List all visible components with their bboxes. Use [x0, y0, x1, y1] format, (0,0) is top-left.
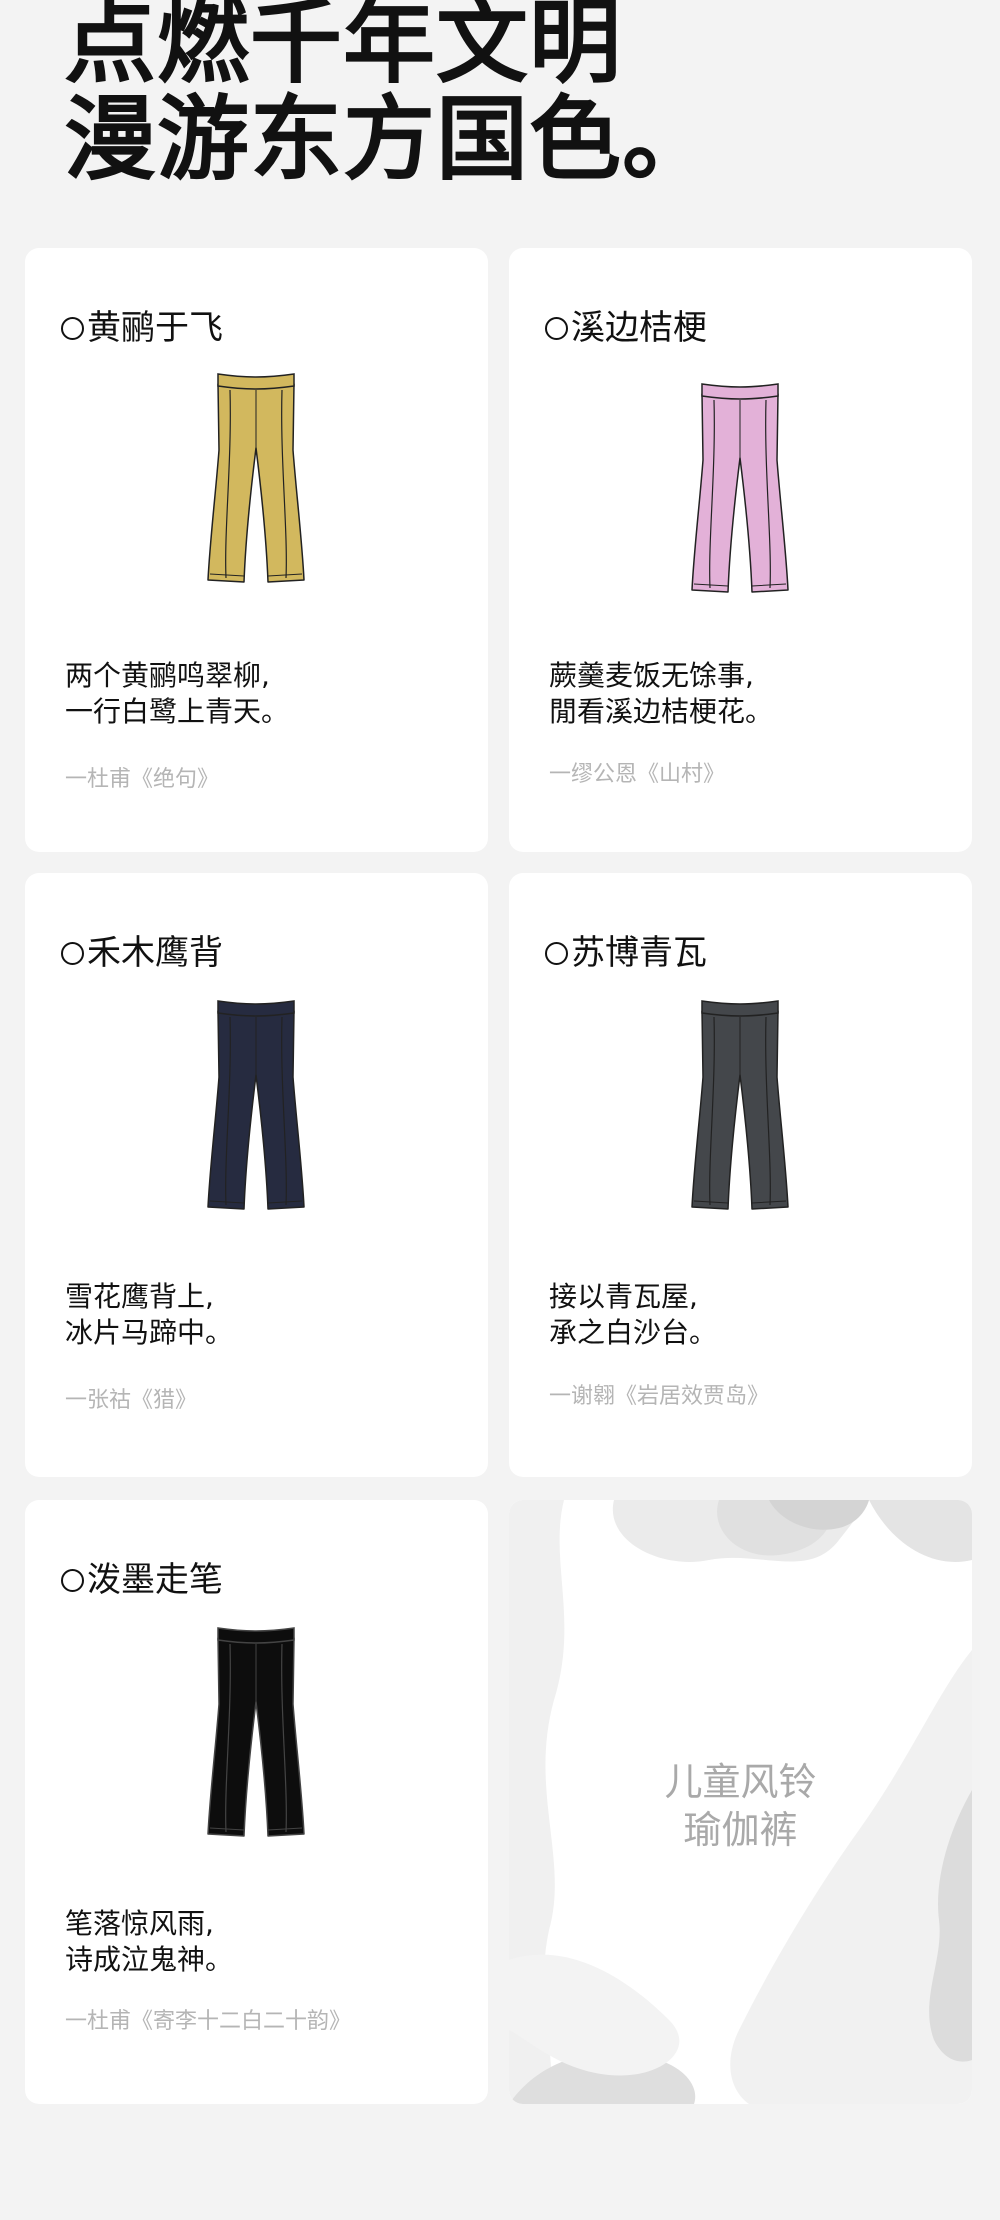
- card-title-text: 溪边桔梗: [571, 308, 707, 348]
- card-title: 泼墨走笔: [61, 1560, 223, 1600]
- headline-line-1: 点燃千年文明: [64, 0, 623, 96]
- pants-icon: [207, 373, 305, 583]
- poem: 两个黄鹂鸣翠柳, 一行白鹭上青天。: [65, 658, 289, 730]
- poem-citation: 一缪公恩《山村》: [549, 762, 726, 787]
- poem: 接以青瓦屋, 承之白沙台。: [549, 1279, 717, 1351]
- promo-line: 儿童风铃: [664, 1760, 817, 1804]
- pants-icon: [207, 1000, 305, 1210]
- poem: 蕨羹麦饭无馀事, 閒看溪边桔梗花。: [549, 658, 773, 730]
- card-title-text: 禾木鹰背: [87, 933, 223, 973]
- poem: 雪花鹰背上, 冰片马蹄中。: [65, 1279, 233, 1351]
- color-card[interactable]: 禾木鹰背 雪花鹰背上, 冰片马蹄中。 一张祜《猎》: [25, 873, 488, 1477]
- card-title: 苏博青瓦: [545, 933, 707, 973]
- pants-icon: [207, 1627, 305, 1837]
- color-card[interactable]: 泼墨走笔 笔落惊风雨, 诗成泣鬼神。 一杜甫《寄李十二白二十韵》: [25, 1500, 488, 2104]
- color-card[interactable]: 溪边桔梗 蕨羹麦饭无馀事, 閒看溪边桔梗花。 一缪公恩《山村》: [509, 248, 972, 852]
- poem-citation: 一杜甫《寄李十二白二十韵》: [65, 2009, 352, 2034]
- poem-line: 诗成泣鬼神。: [65, 1943, 234, 1976]
- poem-line: 笔落惊风雨,: [65, 1907, 214, 1940]
- circle-icon: [545, 316, 568, 340]
- poem-line: 閒看溪边桔梗花。: [549, 695, 774, 728]
- page-headline: 点燃千年文明 漫游东方国色。: [64, 0, 715, 188]
- card-title-text: 苏博青瓦: [571, 933, 707, 973]
- poem-citation: 一谢翱《岩居效贾岛》: [549, 1384, 770, 1409]
- promo-card[interactable]: 儿童风铃 瑜伽裤: [509, 1500, 972, 2104]
- pants-icon: [691, 383, 789, 593]
- card-title-text: 黄鹂于飞: [87, 308, 223, 348]
- card-title: 禾木鹰背: [61, 933, 223, 973]
- card-title: 溪边桔梗: [545, 308, 707, 348]
- poem-line: 冰片马蹄中。: [65, 1316, 234, 1349]
- headline-line-2: 漫游东方国色。: [64, 86, 716, 193]
- card-title: 黄鹂于飞: [61, 308, 223, 348]
- circle-icon: [61, 941, 84, 965]
- circle-icon: [61, 1568, 84, 1592]
- poem: 笔落惊风雨, 诗成泣鬼神。: [65, 1906, 233, 1978]
- promo-line: 瑜伽裤: [683, 1808, 798, 1852]
- pants-icon: [691, 1000, 789, 1210]
- poem-line: 雪花鹰背上,: [65, 1280, 214, 1313]
- circle-icon: [61, 316, 84, 340]
- circle-icon: [545, 941, 568, 965]
- color-card[interactable]: 苏博青瓦 接以青瓦屋, 承之白沙台。 一谢翱《岩居效贾岛》: [509, 873, 972, 1477]
- poem-line: 一行白鹭上青天。: [65, 695, 290, 728]
- color-card[interactable]: 黄鹂于飞 两个黄鹂鸣翠柳, 一行白鹭上青天。 一杜甫《绝句》: [25, 248, 488, 852]
- poem-citation: 一张祜《猎》: [65, 1388, 198, 1413]
- poem-line: 两个黄鹂鸣翠柳,: [65, 659, 270, 692]
- promo-text: 儿童风铃 瑜伽裤: [509, 1758, 972, 1854]
- poem-line: 承之白沙台。: [549, 1316, 718, 1349]
- card-title-text: 泼墨走笔: [87, 1560, 223, 1600]
- poem-citation: 一杜甫《绝句》: [65, 767, 220, 792]
- poem-line: 接以青瓦屋,: [549, 1280, 698, 1313]
- poem-line: 蕨羹麦饭无馀事,: [549, 659, 754, 692]
